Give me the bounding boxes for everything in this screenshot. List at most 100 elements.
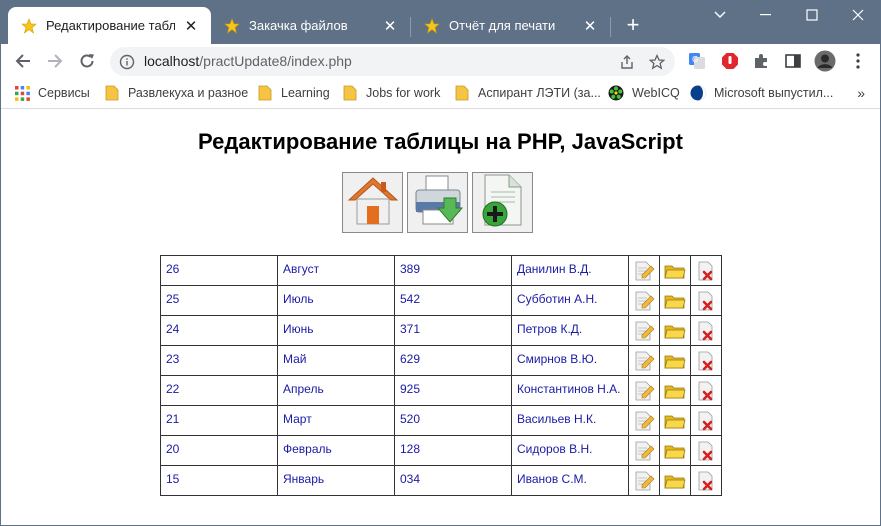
- new-tab-button[interactable]: +: [620, 13, 646, 39]
- bookmark-webicq[interactable]: WebICQ: [608, 84, 680, 102]
- bookmark-folder-jobs[interactable]: Jobs for work: [342, 84, 440, 102]
- home-button[interactable]: [342, 172, 403, 233]
- open-button[interactable]: [659, 465, 691, 496]
- add-record-button[interactable]: [472, 172, 533, 233]
- delete-icon: [695, 350, 717, 372]
- cell-value: 128: [394, 435, 512, 466]
- reload-icon[interactable]: [74, 48, 100, 74]
- address-bar[interactable]: localhost/practUpdate8/index.php: [110, 47, 675, 76]
- site-info-icon[interactable]: [119, 54, 135, 70]
- edit-button[interactable]: [628, 345, 660, 376]
- bookmark-folder-learning[interactable]: Learning: [257, 84, 330, 102]
- print-button[interactable]: [407, 172, 468, 233]
- delete-button[interactable]: [690, 255, 722, 286]
- delete-button[interactable]: [690, 435, 722, 466]
- open-button[interactable]: [659, 405, 691, 436]
- edit-icon: [633, 350, 655, 372]
- url-text: localhost/practUpdate8/index.php: [144, 53, 352, 69]
- table-row: 22 Апрель 925 Константинов Н.А.: [160, 375, 722, 406]
- delete-button[interactable]: [690, 345, 722, 376]
- delete-icon: [695, 470, 717, 492]
- maximize-icon[interactable]: [789, 0, 835, 30]
- open-button[interactable]: [659, 315, 691, 346]
- edit-button[interactable]: [628, 465, 660, 496]
- google-translate-icon[interactable]: G: [686, 50, 708, 72]
- edit-button[interactable]: [628, 405, 660, 436]
- delete-button[interactable]: [690, 285, 722, 316]
- add-document-icon: [475, 172, 531, 233]
- cell-id: 23: [160, 345, 278, 376]
- url-host: localhost: [144, 53, 200, 69]
- open-folder-icon: [664, 350, 686, 372]
- edit-icon: [633, 320, 655, 342]
- cell-id: 22: [160, 375, 278, 406]
- delete-button[interactable]: [690, 315, 722, 346]
- open-folder-icon: [664, 440, 686, 462]
- folder-icon: [104, 85, 120, 101]
- table-row: 26 Август 389 Данилин В.Д.: [160, 255, 722, 286]
- forward-arrow-icon[interactable]: [42, 48, 68, 74]
- star-favicon-icon: [223, 17, 241, 35]
- cell-id: 15: [160, 465, 278, 496]
- tab-separator: [610, 17, 611, 37]
- cell-month: Май: [277, 345, 395, 376]
- open-button[interactable]: [659, 255, 691, 286]
- open-button[interactable]: [659, 375, 691, 406]
- delete-button[interactable]: [690, 375, 722, 406]
- bookmark-folder-entertainment[interactable]: Развлекуха и разное: [104, 84, 248, 102]
- edit-button[interactable]: [628, 435, 660, 466]
- edit-button[interactable]: [628, 255, 660, 286]
- cell-value: 371: [394, 315, 512, 346]
- bookmark-microsoft[interactable]: Microsoft выпустил...: [690, 84, 833, 102]
- delete-icon: [695, 260, 717, 282]
- tab-close-icon[interactable]: ✕: [580, 16, 600, 36]
- open-button[interactable]: [659, 285, 691, 316]
- print-icon: [410, 172, 466, 233]
- back-arrow-icon[interactable]: [10, 48, 36, 74]
- window-close-icon[interactable]: [835, 0, 881, 30]
- share-icon[interactable]: [617, 52, 637, 72]
- cell-id: 26: [160, 255, 278, 286]
- folder-icon: [257, 85, 273, 101]
- bookmarks-overflow-chevron-icon[interactable]: »: [857, 85, 865, 101]
- open-button[interactable]: [659, 435, 691, 466]
- bookmark-label: Learning: [281, 86, 330, 100]
- edit-button[interactable]: [628, 285, 660, 316]
- open-button[interactable]: [659, 345, 691, 376]
- delete-button[interactable]: [690, 405, 722, 436]
- cell-value: 034: [394, 465, 512, 496]
- adblock-icon[interactable]: [719, 50, 741, 72]
- tab-title: Отчёт для печати: [449, 18, 556, 33]
- cell-value: 629: [394, 345, 512, 376]
- tab-close-icon[interactable]: ✕: [181, 16, 201, 36]
- edit-icon: [633, 440, 655, 462]
- delete-button[interactable]: [690, 465, 722, 496]
- browser-toolbar: localhost/practUpdate8/index.php G: [0, 44, 881, 78]
- edit-button[interactable]: [628, 375, 660, 406]
- bookmark-apps[interactable]: Сервисы: [14, 84, 90, 102]
- edit-icon: [633, 410, 655, 432]
- tab-print-report[interactable]: Отчёт для печати ✕: [411, 7, 610, 44]
- tab-edit-table[interactable]: Редактирование таблицы ✕: [8, 7, 211, 44]
- bookmark-label: WebICQ: [632, 86, 680, 100]
- cell-name: Данилин В.Д.: [511, 255, 629, 286]
- open-folder-icon: [664, 380, 686, 402]
- url-path: /practUpdate8/index.php: [199, 53, 352, 69]
- cell-value: 389: [394, 255, 512, 286]
- edit-icon: [633, 290, 655, 312]
- kebab-menu-icon[interactable]: [847, 50, 869, 72]
- bookmark-star-icon[interactable]: [647, 52, 667, 72]
- bookmark-folder-postgrad[interactable]: Аспирант ЛЭТИ (за...: [454, 84, 601, 102]
- folder-icon: [342, 85, 358, 101]
- profile-avatar[interactable]: [814, 50, 836, 72]
- tab-close-icon[interactable]: ✕: [380, 16, 400, 36]
- tab-title: Закачка файлов: [249, 18, 348, 33]
- extensions-puzzle-icon[interactable]: [750, 50, 772, 72]
- edit-button[interactable]: [628, 315, 660, 346]
- tab-file-upload[interactable]: Закачка файлов ✕: [211, 7, 410, 44]
- apps-grid-icon: [14, 85, 30, 101]
- bookmark-label: Развлекуха и разное: [128, 86, 249, 100]
- minimize-icon[interactable]: [743, 0, 789, 30]
- side-panel-icon[interactable]: [782, 50, 804, 72]
- tab-search-dropdown-icon[interactable]: [697, 0, 743, 30]
